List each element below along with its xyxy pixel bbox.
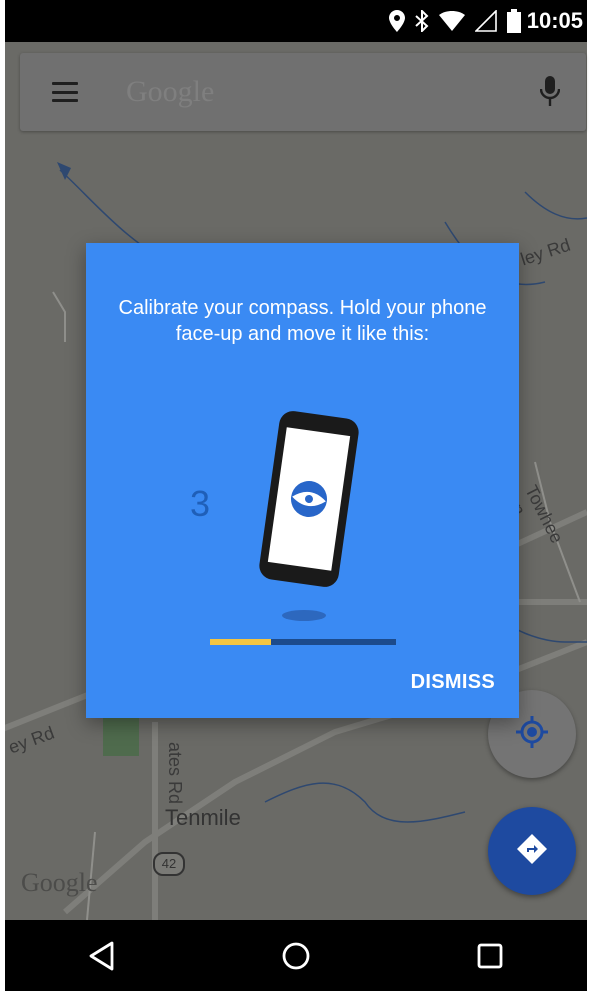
road-label: ates Rd bbox=[165, 742, 185, 805]
navigation-bar bbox=[5, 920, 587, 991]
route-shield: 42 bbox=[153, 852, 185, 876]
home-icon[interactable] bbox=[266, 926, 326, 986]
signal-icon bbox=[474, 10, 497, 32]
menu-icon[interactable] bbox=[52, 82, 78, 102]
battery-icon bbox=[506, 9, 521, 33]
countdown-number: 3 bbox=[190, 483, 211, 524]
back-icon[interactable] bbox=[72, 926, 132, 986]
phone-compass-icon bbox=[254, 409, 364, 594]
location-icon bbox=[388, 10, 405, 32]
map-watermark: Google bbox=[21, 868, 98, 897]
status-icons bbox=[388, 9, 521, 33]
search-input[interactable]: Google bbox=[126, 75, 540, 109]
town-label: Tenmile bbox=[165, 805, 241, 830]
dialog-message: Calibrate your compass. Hold your phone … bbox=[118, 297, 487, 345]
recents-icon[interactable] bbox=[460, 926, 520, 986]
my-location-icon bbox=[514, 714, 550, 755]
directions-button[interactable] bbox=[488, 807, 576, 895]
bluetooth-icon bbox=[415, 10, 429, 32]
mic-icon[interactable] bbox=[539, 76, 561, 108]
status-bar: 10:05 bbox=[5, 0, 587, 42]
directions-icon bbox=[516, 833, 548, 870]
wifi-icon bbox=[438, 11, 465, 31]
phone-shadow bbox=[282, 610, 326, 621]
search-bar[interactable]: Google bbox=[20, 53, 586, 131]
dismiss-button[interactable]: DISMISS bbox=[411, 671, 495, 694]
status-time: 10:05 bbox=[526, 8, 583, 33]
compass-calibration-dialog: Calibrate your compass. Hold your phone … bbox=[86, 243, 519, 718]
calibration-progress bbox=[210, 639, 396, 645]
progress-fill bbox=[210, 639, 272, 645]
